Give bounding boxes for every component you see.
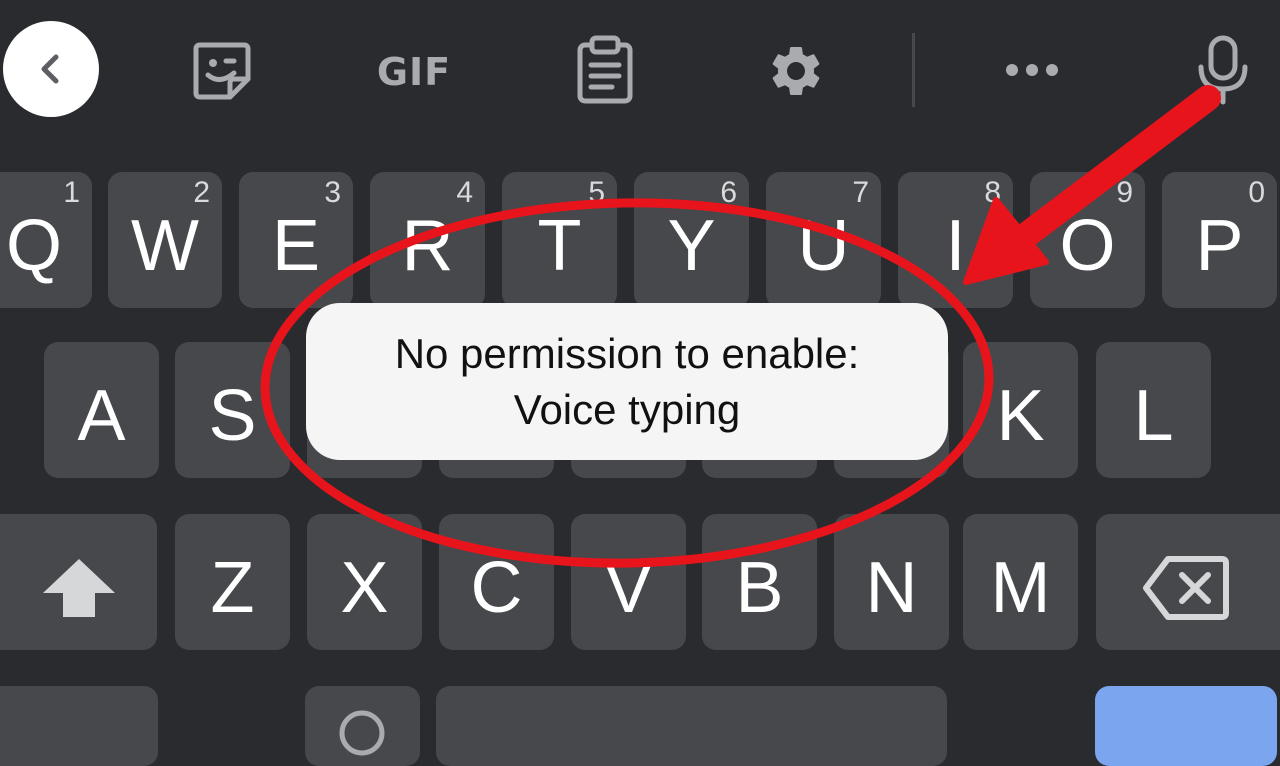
key-label: Z bbox=[210, 548, 255, 628]
toolbar-divider bbox=[912, 33, 915, 107]
sticker-button[interactable] bbox=[186, 38, 258, 104]
gif-button[interactable]: GIF bbox=[366, 44, 462, 100]
key-label: Y bbox=[667, 206, 716, 286]
key-label: L bbox=[1133, 376, 1174, 456]
key-hint: 0 bbox=[1248, 176, 1265, 209]
key-c[interactable]: C bbox=[439, 514, 554, 650]
keyboard-toolbar: GIF bbox=[0, 0, 1280, 140]
key-w[interactable]: W 2 bbox=[108, 172, 222, 308]
shift-key[interactable] bbox=[0, 514, 157, 650]
enter-key[interactable] bbox=[1095, 686, 1277, 766]
key-e[interactable]: E 3 bbox=[239, 172, 353, 308]
key-label: T bbox=[537, 206, 582, 286]
key-label: N bbox=[865, 548, 918, 628]
space-bar[interactable] bbox=[436, 686, 947, 766]
key-label: W bbox=[131, 206, 199, 286]
key-label: O bbox=[1059, 206, 1116, 286]
chevron-left-icon bbox=[41, 54, 59, 84]
key-o[interactable]: O 9 bbox=[1030, 172, 1145, 308]
key-v[interactable]: V bbox=[571, 514, 686, 650]
key-n[interactable]: N bbox=[834, 514, 949, 650]
gif-label: GIF bbox=[376, 50, 452, 94]
sticker-icon bbox=[193, 42, 251, 100]
key-hint: 9 bbox=[1116, 176, 1133, 209]
key-k[interactable]: K bbox=[963, 342, 1078, 478]
key-q[interactable]: Q 1 bbox=[0, 172, 92, 308]
key-label: M bbox=[990, 548, 1051, 628]
key-s[interactable]: S bbox=[175, 342, 290, 478]
toast-line-1: No permission to enable: bbox=[394, 329, 860, 377]
key-x[interactable]: X bbox=[307, 514, 422, 650]
key-hint: 6 bbox=[720, 176, 737, 209]
key-label: S bbox=[208, 376, 257, 456]
back-button[interactable] bbox=[3, 21, 99, 117]
gear-icon bbox=[772, 46, 820, 95]
key-p[interactable]: P 0 bbox=[1162, 172, 1277, 308]
key-hint: 3 bbox=[324, 176, 341, 209]
settings-button[interactable] bbox=[762, 38, 830, 104]
key-label: B bbox=[735, 548, 784, 628]
key-label: Q bbox=[5, 206, 62, 286]
clipboard-icon bbox=[577, 35, 633, 104]
microphone-icon bbox=[1198, 35, 1248, 105]
shift-arrow-icon bbox=[42, 559, 115, 617]
key-z[interactable]: Z bbox=[175, 514, 290, 650]
emoji-icon bbox=[339, 710, 385, 756]
key-label: A bbox=[77, 376, 126, 456]
key-label: P bbox=[1195, 206, 1244, 286]
key-label: E bbox=[271, 206, 321, 286]
voice-typing-button[interactable] bbox=[1192, 34, 1254, 106]
backspace-icon bbox=[1143, 556, 1229, 620]
key-hint: 5 bbox=[588, 176, 605, 209]
toast-line-2: Voice typing bbox=[513, 385, 741, 433]
key-b[interactable]: B bbox=[702, 514, 817, 650]
backspace-key[interactable] bbox=[1096, 514, 1280, 650]
more-horizontal-icon bbox=[1006, 64, 1058, 76]
key-u[interactable]: U 7 bbox=[766, 172, 881, 308]
key-hint: 8 bbox=[984, 176, 1001, 209]
symbols-key[interactable] bbox=[0, 686, 158, 766]
key-hint: 7 bbox=[852, 176, 869, 209]
key-m[interactable]: M bbox=[963, 514, 1078, 650]
more-button[interactable] bbox=[1000, 50, 1064, 90]
permission-toast: No permission to enable: Voice typing bbox=[306, 303, 948, 460]
key-r[interactable]: R 4 bbox=[370, 172, 485, 308]
key-label: X bbox=[340, 548, 389, 628]
key-i[interactable]: I 8 bbox=[898, 172, 1013, 308]
key-label: R bbox=[401, 206, 454, 286]
key-a[interactable]: A bbox=[44, 342, 159, 478]
key-hint: 2 bbox=[193, 176, 210, 209]
key-label: V bbox=[604, 548, 653, 628]
key-hint: 1 bbox=[63, 176, 80, 209]
key-y[interactable]: Y 6 bbox=[634, 172, 749, 308]
key-t[interactable]: T 5 bbox=[502, 172, 617, 308]
key-hint: 4 bbox=[456, 176, 473, 209]
emoji-key[interactable] bbox=[305, 686, 420, 766]
key-l[interactable]: L bbox=[1096, 342, 1211, 478]
key-label: U bbox=[797, 206, 850, 286]
key-label: K bbox=[996, 376, 1045, 456]
key-label: C bbox=[470, 548, 523, 628]
key-label: I bbox=[945, 206, 966, 286]
clipboard-button[interactable] bbox=[572, 34, 638, 106]
